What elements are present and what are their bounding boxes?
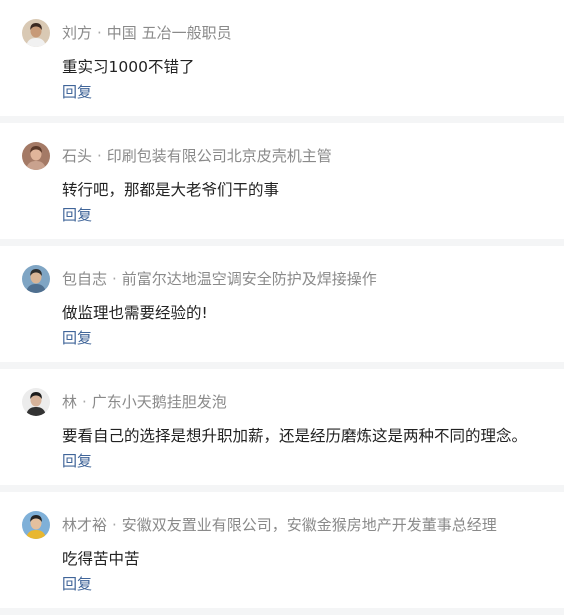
user-avatar-icon [22, 265, 50, 293]
comment-item: 刘方 · 中国 五冶一般职员重实习1000不错了回复 [0, 0, 564, 123]
reply-button[interactable]: 回复 [62, 326, 92, 350]
comment-meta: 石头 · 印刷包装有限公司北京皮壳机主管 [62, 143, 332, 169]
author-name[interactable]: 林才裕 [62, 516, 107, 534]
comment-item: 林 · 广东小天鹅挂胆发泡要看自己的选择是想升职加薪，还是经历磨炼这是两种不同的理念… [0, 369, 564, 492]
comment-meta: 包自志 · 前富尔达地温空调安全防护及焊接操作 [62, 266, 377, 292]
reply-button[interactable]: 回复 [62, 80, 92, 104]
author-title: 中国 五冶一般职员 [106, 24, 232, 42]
reply-button[interactable]: 回复 [62, 572, 92, 596]
author-name[interactable]: 包自志 [62, 270, 107, 288]
comment-text: 吃得苦中苦 [62, 550, 140, 568]
user-avatar-icon [22, 511, 50, 539]
comment-item: 林才裕 · 安徽双友置业有限公司，安徽金猴房地产开发董事总经理吃得苦中苦回复 [0, 492, 564, 615]
author-title: 前富尔达地温空调安全防护及焊接操作 [121, 270, 377, 288]
avatar[interactable] [22, 511, 50, 539]
comment-meta: 林 · 广东小天鹅挂胆发泡 [62, 389, 227, 415]
avatar[interactable] [22, 265, 50, 293]
author-name[interactable]: 石头 [62, 147, 92, 165]
author-title: 安徽双友置业有限公司，安徽金猴房地产开发董事总经理 [121, 516, 497, 534]
author-title: 广东小天鹅挂胆发泡 [91, 393, 227, 411]
separator-dot: · [112, 516, 117, 534]
avatar[interactable] [22, 19, 50, 47]
comment-meta: 刘方 · 中国 五冶一般职员 [62, 20, 232, 46]
separator-dot: · [112, 270, 117, 288]
comment-text: 要看自己的选择是想升职加薪，还是经历磨炼这是两种不同的理念。 [62, 427, 528, 445]
avatar[interactable] [22, 142, 50, 170]
comment-meta: 林才裕 · 安徽双友置业有限公司，安徽金猴房地产开发董事总经理 [62, 512, 497, 538]
separator-dot: · [97, 147, 102, 165]
separator-dot: · [97, 24, 102, 42]
avatar[interactable] [22, 388, 50, 416]
author-name[interactable]: 林 [62, 393, 77, 411]
author-title: 印刷包装有限公司北京皮壳机主管 [106, 147, 332, 165]
reply-button[interactable]: 回复 [62, 203, 92, 227]
comment-item: 包自志 · 前富尔达地温空调安全防护及焊接操作做监理也需要经验的! 回复 [0, 246, 564, 369]
author-name[interactable]: 刘方 [62, 24, 92, 42]
separator-dot: · [82, 393, 87, 411]
user-avatar-icon [22, 388, 50, 416]
comment-feed: 刘方 · 中国 五冶一般职员 重实习1000不错了 回复 石头 · 印刷包装有限公司北京皮壳机… [0, 0, 564, 615]
user-avatar-icon [22, 19, 50, 47]
comment-item: 石头 · 印刷包装有限公司北京皮壳机主管转行吧，那都是大老爷们干的事回复 [0, 123, 564, 246]
user-avatar-icon [22, 142, 50, 170]
comment-text: 做监理也需要经验的! [62, 304, 208, 322]
comment-text: 转行吧，那都是大老爷们干的事 [62, 181, 280, 199]
comment-text: 重实习1000不错了 [62, 58, 195, 76]
reply-button[interactable]: 回复 [62, 449, 92, 473]
